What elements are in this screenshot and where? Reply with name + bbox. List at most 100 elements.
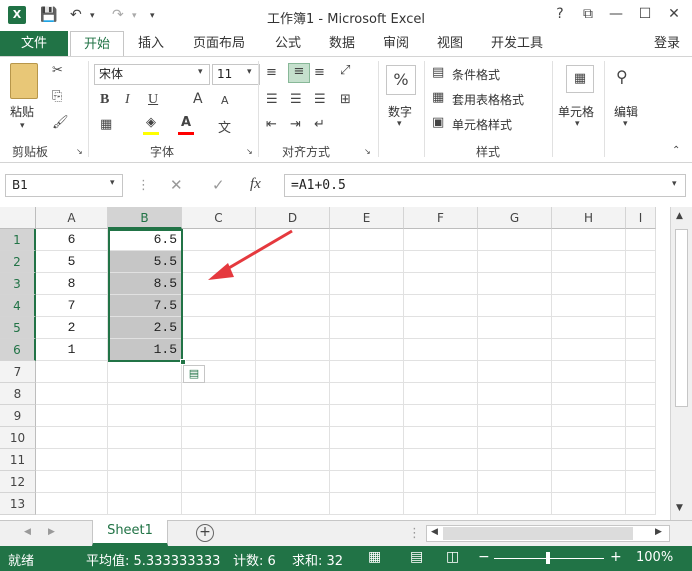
cell-b13[interactable]	[108, 493, 182, 515]
cut-icon[interactable]: ✂	[52, 63, 63, 78]
clipboard-launcher-icon[interactable]: ↘	[76, 147, 83, 156]
font-name-dropdown-icon[interactable]: ▾	[198, 67, 203, 77]
cell-i12[interactable]	[626, 471, 656, 493]
cell-d7[interactable]	[256, 361, 330, 383]
font-color-icon[interactable]: A	[178, 115, 194, 135]
row-header-10[interactable]: 10	[0, 427, 36, 449]
middle-align-icon[interactable]: ≡	[288, 63, 310, 83]
column-header-h[interactable]: H	[552, 207, 626, 229]
scroll-down-icon[interactable]: ▼	[676, 503, 683, 513]
maximize-button[interactable]: ☐	[634, 6, 656, 22]
copy-icon[interactable]: ⎘	[52, 89, 62, 104]
cell-g5[interactable]	[478, 317, 552, 339]
tab-formulas[interactable]: 公式	[266, 31, 310, 57]
cell-h8[interactable]	[552, 383, 626, 405]
vertical-scroll-thumb[interactable]	[675, 229, 688, 407]
tab-split-icon[interactable]: ⋮	[408, 526, 421, 541]
column-header-i[interactable]: I	[626, 207, 656, 229]
cell-f11[interactable]	[404, 449, 478, 471]
row-header-13[interactable]: 13	[0, 493, 36, 515]
cell-b12[interactable]	[108, 471, 182, 493]
tab-view[interactable]: 视图	[428, 31, 472, 57]
orientation-icon[interactable]: ⤢	[340, 63, 350, 78]
formula-input[interactable]: =A1+0.5	[284, 174, 686, 197]
editing-dropdown-icon[interactable]: ▾	[623, 119, 628, 129]
top-align-icon[interactable]: ≡	[266, 65, 277, 80]
cell-e10[interactable]	[330, 427, 404, 449]
scroll-up-icon[interactable]: ▲	[676, 211, 683, 221]
page-layout-view-icon[interactable]: ▤	[410, 549, 423, 565]
expand-formula-bar-icon[interactable]: ▾	[672, 179, 677, 189]
tab-review[interactable]: 审阅	[374, 31, 418, 57]
cell-g13[interactable]	[478, 493, 552, 515]
tab-home[interactable]: 开始	[70, 31, 124, 57]
cell-g9[interactable]	[478, 405, 552, 427]
cell-c13[interactable]	[182, 493, 256, 515]
cell-a1[interactable]: 6	[36, 229, 108, 251]
cell-a12[interactable]	[36, 471, 108, 493]
cell-a3[interactable]: 8	[36, 273, 108, 295]
cell-b10[interactable]	[108, 427, 182, 449]
row-header-5[interactable]: 5	[0, 317, 36, 339]
cell-i9[interactable]	[626, 405, 656, 427]
grow-font-button[interactable]: A	[193, 91, 203, 107]
font-size-dropdown-icon[interactable]: ▾	[247, 67, 252, 77]
cell-e8[interactable]	[330, 383, 404, 405]
cell-b7[interactable]	[108, 361, 182, 383]
row-header-12[interactable]: 12	[0, 471, 36, 493]
cell-e6[interactable]	[330, 339, 404, 361]
row-header-11[interactable]: 11	[0, 449, 36, 471]
cell-e11[interactable]	[330, 449, 404, 471]
number-button[interactable]: 数字	[388, 103, 412, 120]
row-header-8[interactable]: 8	[0, 383, 36, 405]
cell-g7[interactable]	[478, 361, 552, 383]
conditional-formatting-icon[interactable]: ▤	[432, 65, 444, 80]
normal-view-icon[interactable]: ▦	[368, 549, 381, 565]
editing-button[interactable]: 编辑	[614, 103, 638, 120]
cell-c6[interactable]	[182, 339, 256, 361]
cell-a5[interactable]: 2	[36, 317, 108, 339]
cell-f6[interactable]	[404, 339, 478, 361]
cell-g6[interactable]	[478, 339, 552, 361]
column-header-a[interactable]: A	[36, 207, 108, 229]
cell-f2[interactable]	[404, 251, 478, 273]
cells-dropdown-icon[interactable]: ▾	[575, 119, 580, 129]
tab-developer[interactable]: 开发工具	[482, 31, 552, 57]
cell-b8[interactable]	[108, 383, 182, 405]
cell-h9[interactable]	[552, 405, 626, 427]
cell-c8[interactable]	[182, 383, 256, 405]
cell-h4[interactable]	[552, 295, 626, 317]
tab-page-layout[interactable]: 页面布局	[184, 31, 254, 57]
underline-button[interactable]: U	[148, 92, 158, 108]
cell-a11[interactable]	[36, 449, 108, 471]
name-box-dropdown-icon[interactable]: ▾	[110, 178, 115, 188]
cell-d4[interactable]	[256, 295, 330, 317]
cell-c4[interactable]	[182, 295, 256, 317]
cell-i4[interactable]	[626, 295, 656, 317]
column-header-b[interactable]: B	[108, 207, 182, 229]
fill-color-icon[interactable]: ◈	[143, 115, 159, 135]
cell-i10[interactable]	[626, 427, 656, 449]
minimize-button[interactable]: —	[605, 6, 627, 22]
collapse-ribbon-icon[interactable]: ⌃	[672, 145, 680, 156]
zoom-in-icon[interactable]: +	[610, 549, 622, 565]
sign-in-link[interactable]: 登录	[654, 31, 680, 57]
cell-e2[interactable]	[330, 251, 404, 273]
scroll-right-icon[interactable]: ▶	[655, 527, 662, 537]
cell-g2[interactable]	[478, 251, 552, 273]
cell-h3[interactable]	[552, 273, 626, 295]
row-header-4[interactable]: 4	[0, 295, 36, 317]
cell-h12[interactable]	[552, 471, 626, 493]
cell-e3[interactable]	[330, 273, 404, 295]
cell-h1[interactable]	[552, 229, 626, 251]
column-header-g[interactable]: G	[478, 207, 552, 229]
cell-i3[interactable]	[626, 273, 656, 295]
decrease-indent-icon[interactable]: ⇤	[266, 117, 277, 132]
cell-e12[interactable]	[330, 471, 404, 493]
horizontal-scrollbar[interactable]: ◀ ▶	[426, 525, 670, 542]
cell-f13[interactable]	[404, 493, 478, 515]
wrap-text-icon[interactable]: ↵	[314, 117, 325, 132]
align-center-icon[interactable]: ☰	[290, 92, 302, 107]
help-button[interactable]: ?	[549, 6, 571, 22]
ribbon-display-options-button[interactable]: ⧉	[577, 6, 599, 22]
